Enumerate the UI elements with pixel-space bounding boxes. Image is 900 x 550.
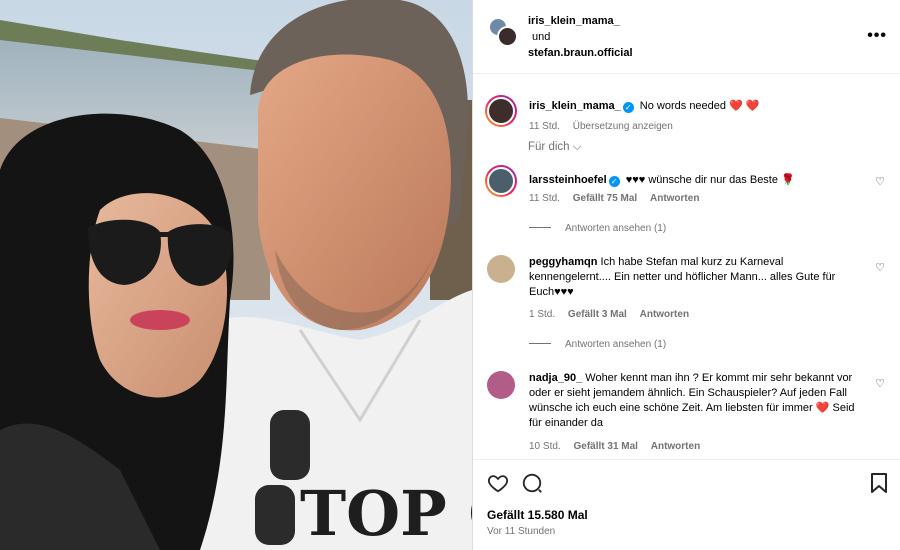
comment-likes[interactable]: Gefällt 31 Mal <box>573 441 637 452</box>
shirt-print: TOP GUN <box>300 477 472 550</box>
comment-username[interactable]: peggyhamqn <box>529 256 597 268</box>
reply-button[interactable]: Antworten <box>640 309 689 320</box>
comment-text: wünsche dir nur das Beste 🌹 <box>648 174 795 186</box>
post-timestamp: Vor 11 Stunden <box>487 526 556 537</box>
verified-icon: ✓ <box>622 102 634 113</box>
translate-link[interactable]: Übersetzung anzeigen <box>573 121 673 132</box>
reply-button[interactable]: Antworten <box>651 441 700 452</box>
comment-time: 1 Std. <box>529 309 556 320</box>
view-replies-label: Antworten ansehen (1) <box>565 339 667 350</box>
divider <box>529 343 551 344</box>
caption-text-line: iris_klein_mama_ ✓ No words needed ❤️ ❤️ <box>529 99 859 114</box>
post-sidebar: iris_klein_mama_ und stefan.braun.offici… <box>472 0 900 550</box>
comment-text-line: larssteinhoefel ✓ ♥♥♥ wünsche dir nur das… <box>529 173 859 188</box>
post-view: TOP GUN iris_klein_mama_ <box>0 0 900 550</box>
author-username[interactable]: stefan.braun.official <box>528 45 633 61</box>
bookmark-icon[interactable] <box>869 472 889 494</box>
avatar <box>497 26 518 47</box>
view-replies[interactable]: Antworten ansehen (1) <box>529 223 666 234</box>
filter-label: Für dich <box>528 141 570 153</box>
comment-username[interactable]: nadja_90_ <box>529 372 582 384</box>
comment-time: 10 Std. <box>529 441 561 452</box>
comment-username[interactable]: larssteinhoefel <box>529 174 607 186</box>
caption-time: 11 Std. <box>529 121 560 132</box>
comment-likes[interactable]: Gefällt 75 Mal <box>573 193 637 204</box>
avatar[interactable] <box>487 371 515 399</box>
comment-icon[interactable] <box>521 472 543 494</box>
post-photo[interactable]: TOP GUN <box>0 0 472 550</box>
comment-time: 11 Std. <box>529 193 560 204</box>
comment-meta: 1 Std. Gefällt 3 Mal Antworten <box>529 309 699 320</box>
heart-icon[interactable]: ♡ <box>875 261 885 274</box>
post-footer: Gefällt 15.580 Mal Vor 11 Stunden <box>473 459 900 550</box>
avatar[interactable] <box>487 255 515 283</box>
comment-likes[interactable]: Gefällt 3 Mal <box>568 309 627 320</box>
author-username[interactable]: iris_klein_mama_ <box>528 13 633 29</box>
comment-meta: 10 Std. Gefällt 31 Mal Antworten <box>529 441 710 452</box>
view-replies-label: Antworten ansehen (1) <box>565 223 667 234</box>
comments-area[interactable]: iris_klein_mama_ ✓ No words needed ❤️ ❤️ … <box>473 75 900 459</box>
story-ring-avatar[interactable] <box>485 165 517 197</box>
caption-username[interactable]: iris_klein_mama_ <box>529 100 621 112</box>
more-options-icon[interactable]: ••• <box>867 27 887 45</box>
comment-text-line: nadja_90_ Woher kennt man ihn ? Er kommt… <box>529 371 859 431</box>
post-header: iris_klein_mama_ und stefan.braun.offici… <box>473 0 900 74</box>
comment-text-line: peggyhamqn Ich habe Stefan mal kurz zu K… <box>529 255 859 300</box>
comment-meta: 11 Std. Gefällt 75 Mal Antworten <box>529 193 709 204</box>
reply-button[interactable]: Antworten <box>650 193 699 204</box>
likes-count[interactable]: Gefällt 15.580 Mal <box>487 508 588 522</box>
collab-authors: iris_klein_mama_ und stefan.braun.offici… <box>528 13 633 61</box>
comment-filter-dropdown[interactable]: Für dich ⌵ <box>528 141 581 154</box>
divider <box>529 227 551 228</box>
caption-text: No words needed <box>639 100 727 112</box>
view-replies[interactable]: Antworten ansehen (1) <box>529 339 666 350</box>
collab-avatars[interactable] <box>488 17 518 47</box>
caption-meta: 11 Std. Übersetzung anzeigen <box>529 121 683 132</box>
author-conjunction: und <box>532 31 551 43</box>
chevron-down-icon: ⌵ <box>572 141 582 153</box>
heart-icon[interactable]: ♡ <box>875 175 885 188</box>
comment-prefix: ♥♥♥ <box>625 174 646 186</box>
comment-emoji: ❤️ <box>815 402 830 414</box>
caption-emoji: ❤️ ❤️ <box>729 100 760 112</box>
heart-icon[interactable]: ♡ <box>875 377 885 390</box>
story-ring-avatar[interactable] <box>485 95 517 127</box>
verified-icon: ✓ <box>608 176 620 187</box>
like-icon[interactable] <box>487 472 509 494</box>
selfie-image: TOP GUN <box>0 0 472 550</box>
